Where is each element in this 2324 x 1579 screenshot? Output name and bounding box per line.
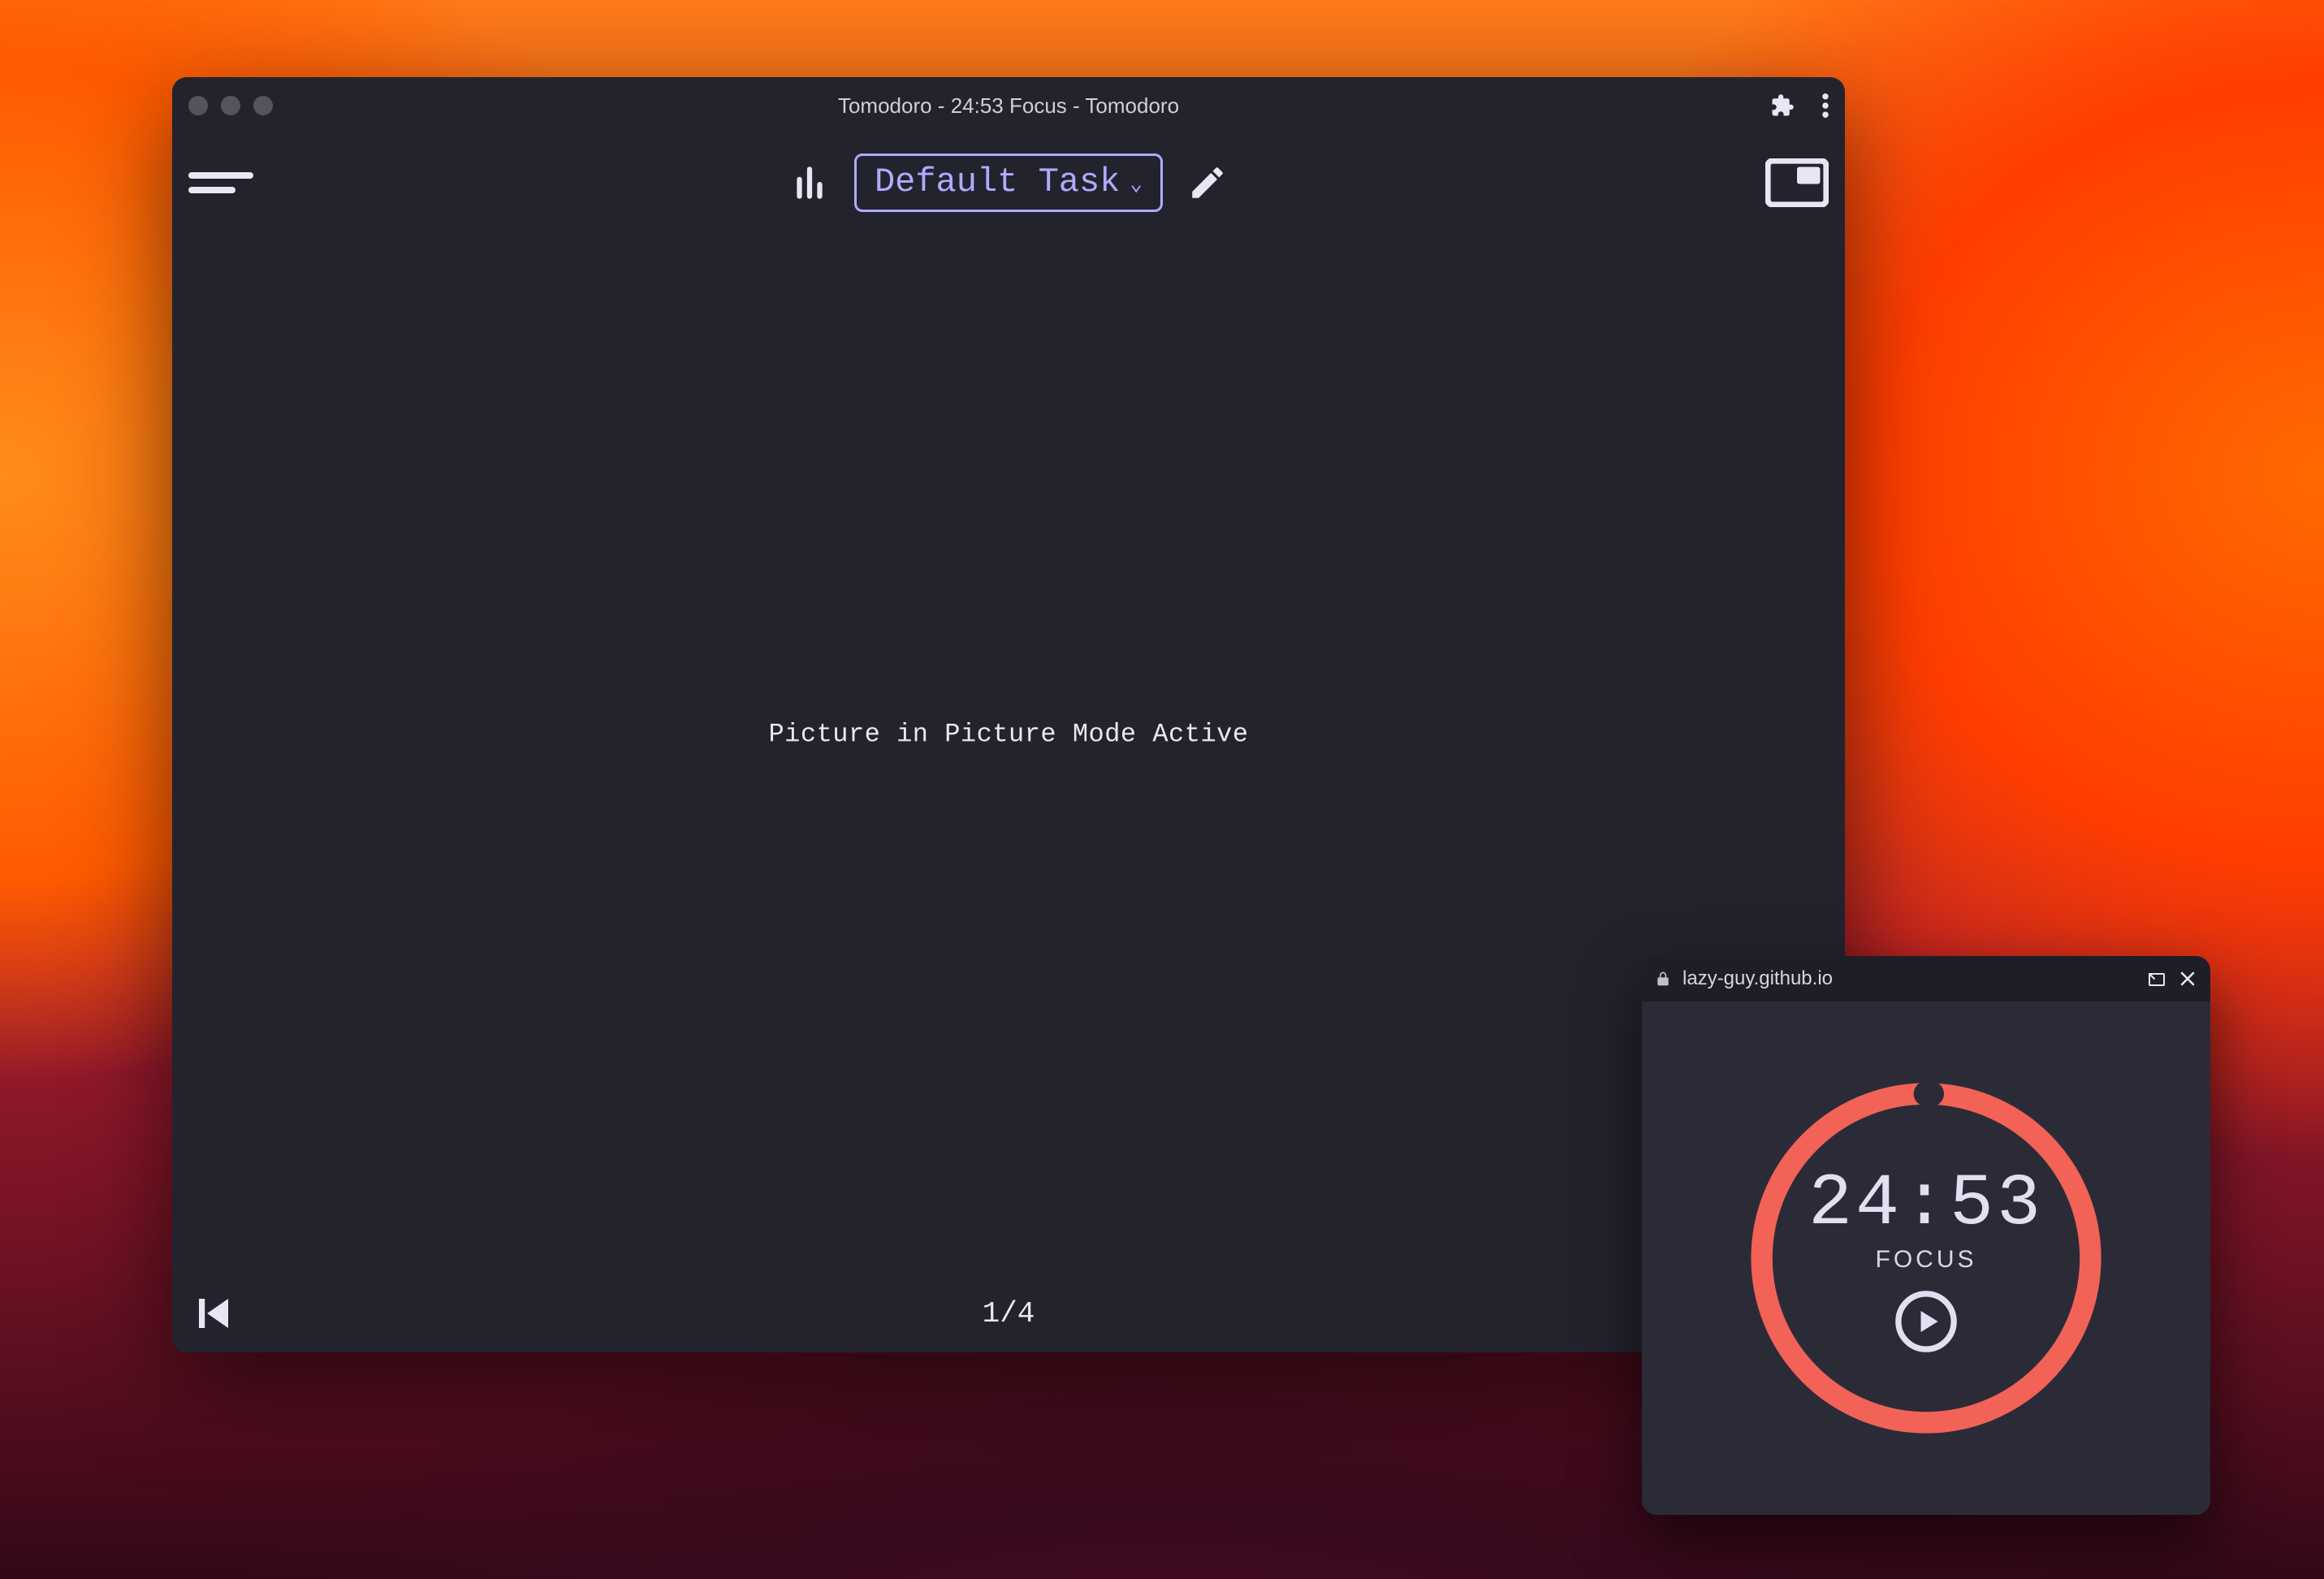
pip-origin: lazy-guy.github.io (1683, 967, 2136, 990)
traffic-light-zoom[interactable] (253, 96, 273, 115)
timer-time: 24:53 (1808, 1163, 2044, 1246)
traffic-light-minimize[interactable] (221, 96, 240, 115)
pip-body: 24:53 FOCUS (1642, 1001, 2210, 1515)
extensions-icon[interactable] (1770, 93, 1795, 118)
pager-text: 1/4 (172, 1297, 1845, 1330)
app-toolbar: Default Task ⌄ (172, 134, 1845, 231)
pip-titlebar: lazy-guy.github.io (1642, 956, 2210, 1001)
play-button[interactable] (1894, 1290, 1958, 1353)
kebab-menu-icon[interactable] (1822, 93, 1829, 118)
stats-icon[interactable] (789, 162, 830, 203)
task-select-label: Default Task (875, 162, 1120, 201)
picture-in-picture-icon[interactable] (1765, 158, 1829, 207)
lock-icon (1655, 970, 1671, 988)
pip-active-message: Picture in Picture Mode Active (172, 720, 1845, 750)
chevron-down-icon: ⌄ (1130, 174, 1143, 195)
return-to-tab-icon[interactable] (2147, 969, 2166, 988)
timer-ring: 24:53 FOCUS (1747, 1079, 2105, 1437)
timer-mode: FOCUS (1876, 1246, 1977, 1274)
traffic-light-close[interactable] (188, 96, 208, 115)
previous-button[interactable] (192, 1291, 235, 1335)
app-bottombar: 1/4 (172, 1279, 1845, 1352)
pip-window: lazy-guy.github.io 24:53 FOCUS (1642, 956, 2210, 1515)
window-titlebar: Tomodoro - 24:53 Focus - Tomodoro (172, 77, 1845, 134)
edit-icon[interactable] (1187, 162, 1228, 203)
task-select[interactable]: Default Task ⌄ (854, 154, 1163, 212)
close-icon[interactable] (2178, 969, 2197, 988)
window-title: Tomodoro - 24:53 Focus - Tomodoro (172, 93, 1845, 119)
menu-button[interactable] (188, 172, 253, 193)
app-window: Tomodoro - 24:53 Focus - Tomodoro (172, 77, 1845, 1352)
window-traffic-lights[interactable] (188, 96, 273, 115)
app-content: Picture in Picture Mode Active (172, 231, 1845, 1279)
